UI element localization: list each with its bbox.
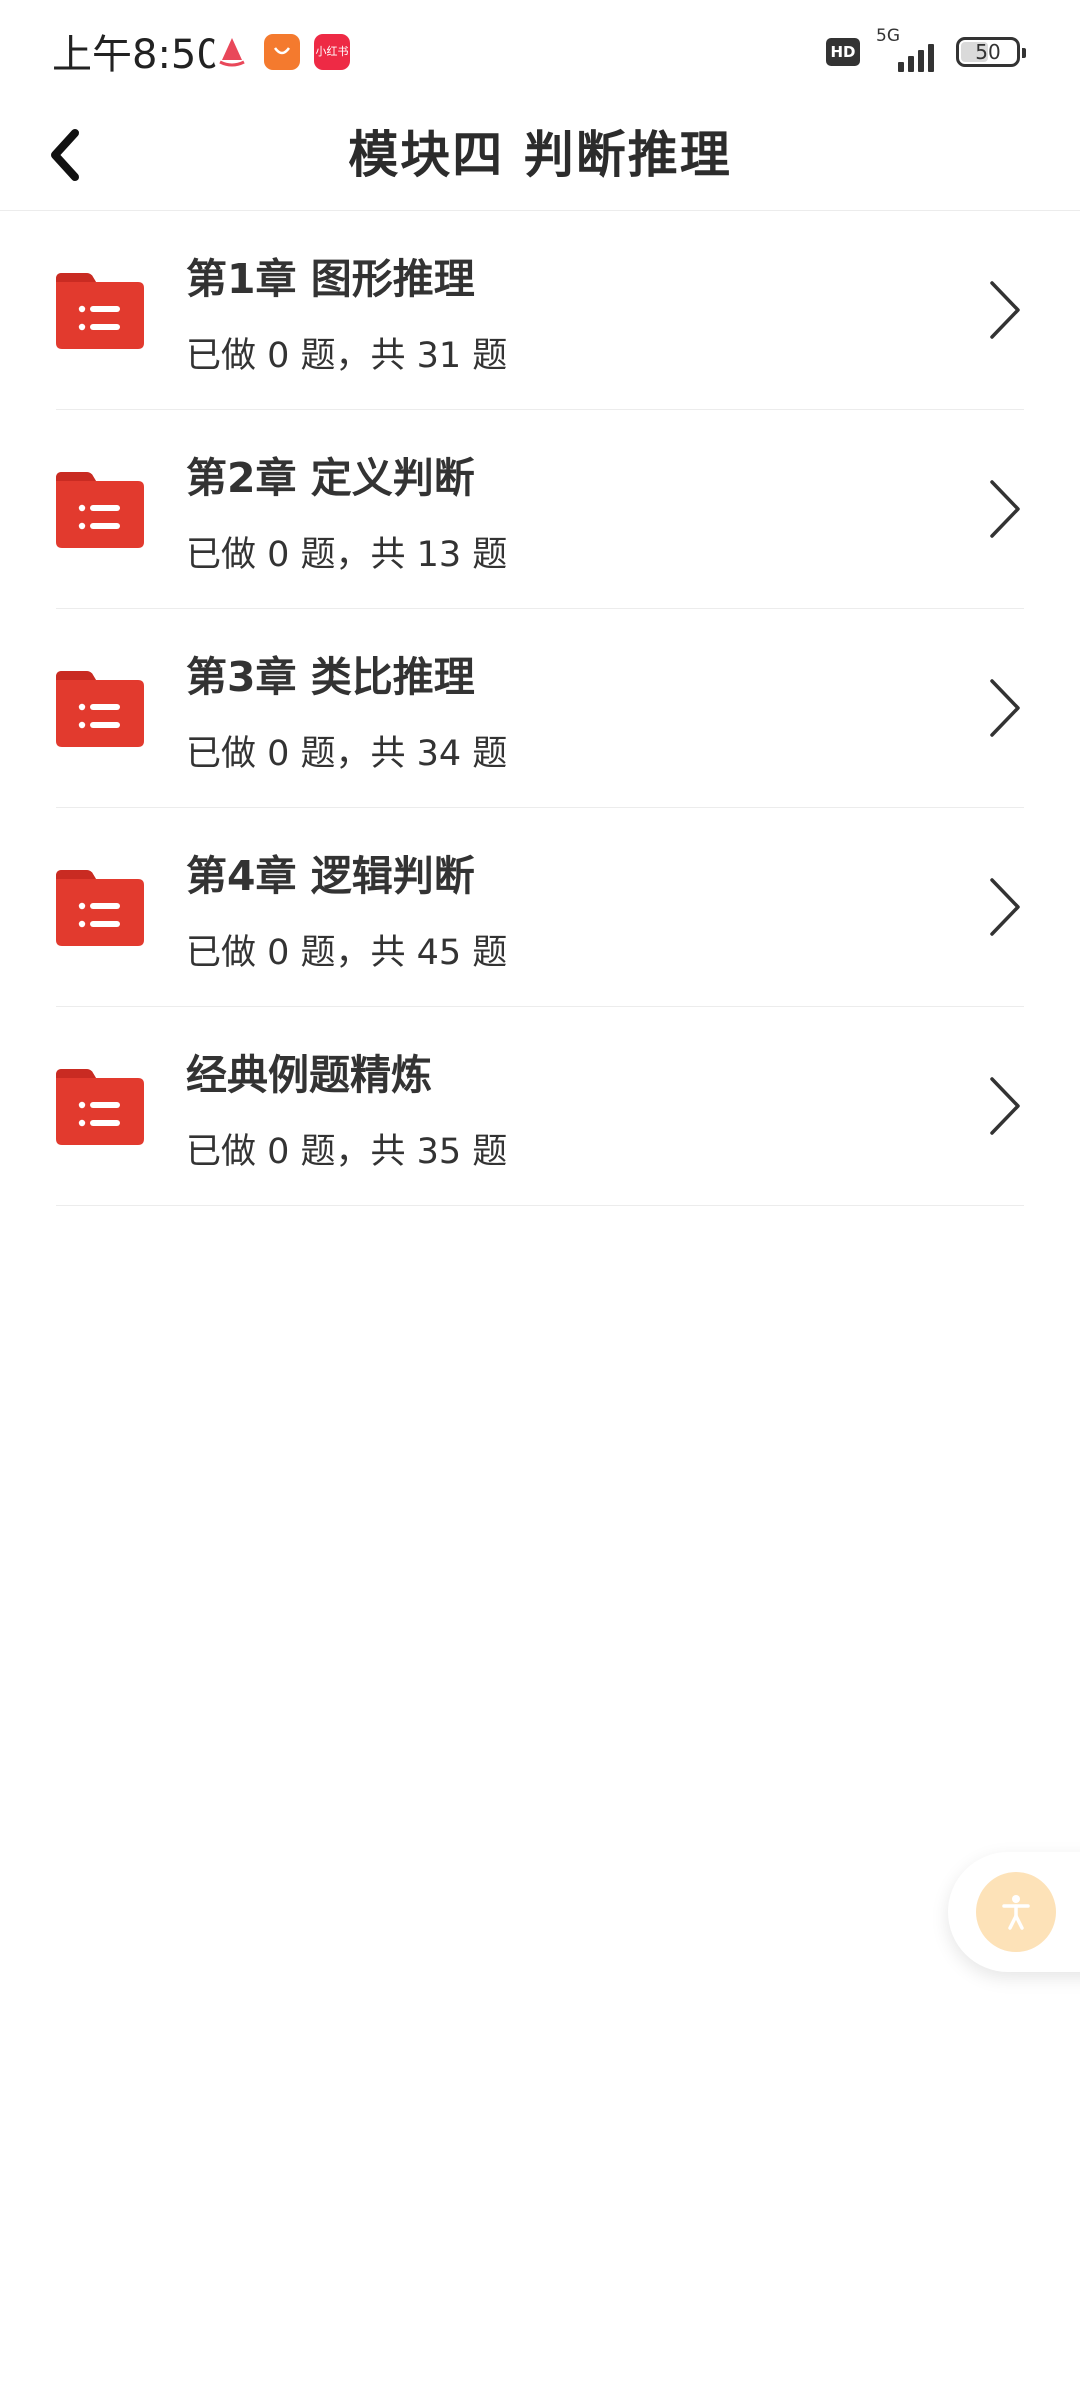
chevron-right-icon [990,679,1020,737]
floating-dock [948,1852,1080,1972]
battery-icon: 50 [956,37,1026,67]
chapter-title: 经典例题精炼 [186,1051,432,1099]
chevron-right-icon [990,878,1020,936]
battery-level: 50 [975,40,1001,64]
chapter-progress: 已做 0 题，共 34 题 [186,734,508,774]
status-time: 上午8:50 [52,32,222,78]
xiaohongshu-label: 小红书 [315,45,349,58]
chapter-item[interactable]: 经典例题精炼 已做 0 题，共 35 题 [56,1007,1024,1206]
chapter-item[interactable]: 第4章 逻辑判断 已做 0 题，共 45 题 [56,808,1024,1007]
app-header: 模块四 判断推理 [0,100,1080,211]
chapter-list: 第1章 图形推理 已做 0 题，共 31 题 第2章 定义判断 已做 0 题，共… [0,211,1080,1206]
chapter-item[interactable]: 第2章 定义判断 已做 0 题，共 13 题 [56,410,1024,609]
chapter-title: 第2章 定义判断 [186,454,475,502]
folder-list-icon [56,1069,144,1145]
chapter-progress: 已做 0 题，共 13 题 [186,535,508,575]
hd-badge: HD [826,38,860,66]
chevron-right-icon [990,281,1020,339]
chapter-title: 第1章 图形推理 [186,255,475,303]
chevron-right-icon [990,1077,1020,1135]
chevron-right-icon [990,480,1020,538]
chapter-progress: 已做 0 题，共 45 题 [186,933,508,973]
xiaohongshu-app-icon: 小红书 [314,34,350,70]
status-indicators: HD 5G 50 [826,26,1026,74]
signal-icon: 5G [874,26,942,74]
folder-list-icon [56,671,144,747]
accessibility-button[interactable] [976,1872,1056,1952]
accessibility-icon [1002,1895,1030,1930]
chapter-title: 第4章 逻辑判断 [186,852,475,900]
network-type: 5G [876,26,900,46]
chapter-item[interactable]: 第3章 类比推理 已做 0 题，共 34 题 [56,609,1024,808]
chapter-item[interactable]: 第1章 图形推理 已做 0 题，共 31 题 [56,211,1024,410]
chapter-progress: 已做 0 题，共 31 题 [186,336,508,376]
folder-list-icon [56,273,144,349]
status-bar: 上午8:50 小红书 HD 5G 50 [0,0,1080,100]
folder-list-icon [56,472,144,548]
sailboat-app-icon [214,34,250,70]
chapter-title: 第3章 类比推理 [186,653,475,701]
chapter-progress: 已做 0 题，共 35 题 [186,1132,508,1172]
page-title: 模块四 判断推理 [348,126,732,184]
shopping-app-icon [264,34,300,70]
folder-list-icon [56,870,144,946]
